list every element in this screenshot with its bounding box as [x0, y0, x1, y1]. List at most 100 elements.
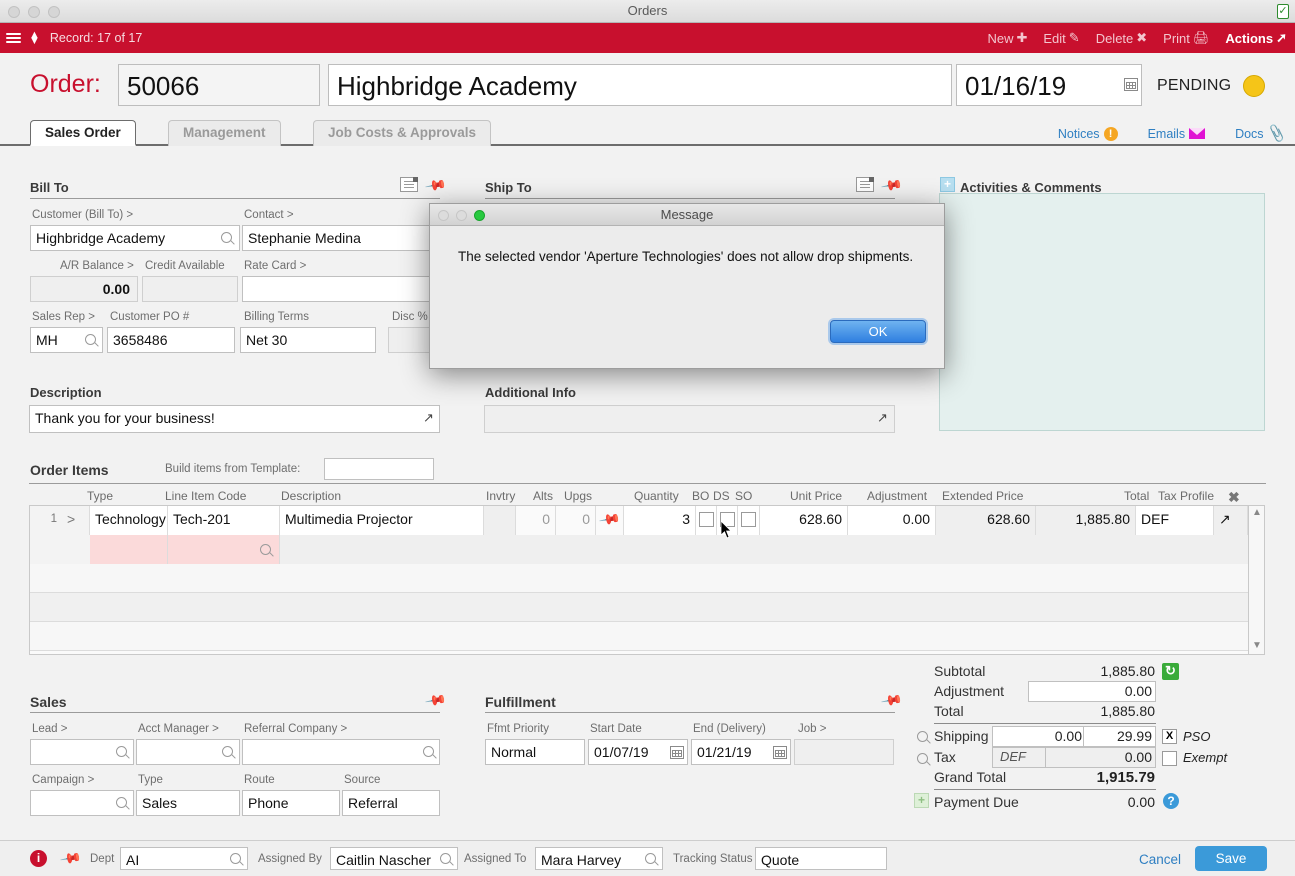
- pin-icon-row[interactable]: 📌: [596, 506, 624, 535]
- shipping-value-a[interactable]: 0.00: [992, 728, 1082, 744]
- ffmt-priority-input[interactable]: Normal: [485, 739, 585, 765]
- shipping-value-b[interactable]: 29.99: [1086, 728, 1152, 744]
- scroll-up-icon[interactable]: ▲: [1252, 507, 1262, 518]
- notices-link[interactable]: Notices !: [1058, 126, 1118, 141]
- search-icon-shipping[interactable]: [917, 731, 928, 742]
- table-row-empty[interactable]: [30, 622, 1248, 651]
- order-number-field[interactable]: 50066: [118, 64, 320, 106]
- cell-alts[interactable]: 0: [516, 506, 556, 535]
- col-unit-price[interactable]: Unit Price: [790, 489, 842, 503]
- cell-quantity[interactable]: 3: [624, 506, 696, 535]
- col-extended-price[interactable]: Extended Price: [942, 489, 1023, 503]
- order-items-scrollbar[interactable]: ▲ ▼: [1249, 505, 1265, 655]
- expand-icon-additional-info[interactable]: ↗: [877, 410, 888, 426]
- docs-link[interactable]: Docs 📎: [1235, 123, 1287, 143]
- pin-icon-sales[interactable]: 📌: [424, 689, 447, 713]
- search-icon-tax[interactable]: [917, 753, 928, 764]
- col-bo[interactable]: BO: [692, 489, 709, 503]
- col-type[interactable]: Type: [87, 489, 113, 503]
- table-row-empty[interactable]: [30, 564, 1248, 593]
- so-checkbox[interactable]: [741, 512, 756, 527]
- new-cell-line-item-code[interactable]: [168, 535, 280, 564]
- new-cell-rest[interactable]: [280, 535, 1248, 564]
- cell-upgs[interactable]: 0: [556, 506, 596, 535]
- col-so[interactable]: SO: [735, 489, 752, 503]
- tab-sales-order[interactable]: Sales Order: [30, 120, 136, 146]
- search-icon-customer[interactable]: [221, 232, 232, 243]
- contact-input[interactable]: Stephanie Medina: [242, 225, 440, 251]
- refresh-totals-button[interactable]: ↻: [1162, 663, 1179, 680]
- cell-type[interactable]: Technology: [90, 506, 168, 535]
- assigned-by-input[interactable]: Caitlin Nascher: [330, 847, 458, 870]
- cell-description[interactable]: Multimedia Projector: [280, 506, 484, 535]
- col-tax-profile[interactable]: Tax Profile: [1158, 489, 1214, 503]
- pin-icon-ship-to[interactable]: 📌: [880, 174, 903, 198]
- source-input[interactable]: Referral: [342, 790, 440, 816]
- search-icon-dept[interactable]: [230, 853, 241, 864]
- table-row[interactable]: 1 > Technology Tech-201 Multimedia Proje…: [30, 506, 1248, 535]
- edit-button[interactable]: Edit ✎: [1043, 30, 1079, 46]
- col-description[interactable]: Description: [281, 489, 341, 503]
- col-total[interactable]: Total: [1124, 489, 1149, 503]
- rate-card-input[interactable]: [242, 276, 440, 302]
- pin-icon-bill-to[interactable]: 📌: [424, 174, 447, 198]
- additional-info-input[interactable]: [484, 405, 895, 433]
- order-date-field[interactable]: 01/16/19: [956, 64, 1142, 106]
- col-upgs[interactable]: Upgs: [564, 489, 592, 503]
- activities-panel[interactable]: [939, 193, 1265, 431]
- record-stepper[interactable]: ▲ ▼: [29, 30, 40, 47]
- row-expand-icon[interactable]: >: [62, 506, 90, 535]
- bo-checkbox[interactable]: [699, 512, 714, 527]
- col-invtry[interactable]: Invtry: [486, 489, 515, 503]
- customer-po-input[interactable]: 3658486: [107, 327, 235, 353]
- delete-button[interactable]: Delete ✖: [1096, 30, 1147, 46]
- calendar-icon-start-date[interactable]: [670, 746, 684, 759]
- referral-company-input[interactable]: [242, 739, 440, 765]
- ok-button[interactable]: OK: [830, 320, 926, 343]
- print-button[interactable]: Print 🖨: [1163, 30, 1209, 46]
- clear-columns-icon[interactable]: ✖: [1228, 489, 1240, 506]
- col-quantity[interactable]: Quantity: [634, 489, 679, 503]
- table-row-empty[interactable]: [30, 593, 1248, 622]
- cell-tax-profile[interactable]: DEF: [1136, 506, 1214, 535]
- menu-icon[interactable]: [6, 31, 21, 45]
- new-button[interactable]: New ✚: [987, 30, 1027, 46]
- help-icon[interactable]: ?: [1163, 793, 1179, 809]
- search-icon-referral-company[interactable]: [423, 746, 434, 757]
- calendar-icon[interactable]: [1124, 78, 1138, 91]
- cell-line-item-code[interactable]: Tech-201: [168, 506, 280, 535]
- add-payment-button[interactable]: +: [914, 793, 929, 808]
- pso-checkbox[interactable]: X: [1162, 729, 1177, 744]
- job-input[interactable]: [794, 739, 894, 765]
- search-icon-lead[interactable]: [116, 746, 127, 757]
- new-cell-type[interactable]: [90, 535, 168, 564]
- customer-name-field[interactable]: Highbridge Academy: [328, 64, 952, 106]
- add-activity-button[interactable]: +: [940, 177, 955, 192]
- sales-type-input[interactable]: Sales: [136, 790, 240, 816]
- search-icon-sales-rep[interactable]: [85, 334, 96, 345]
- tracking-status-input[interactable]: Quote: [755, 847, 887, 870]
- expand-row-icon[interactable]: ↗: [1214, 506, 1248, 535]
- cell-so[interactable]: [738, 506, 760, 535]
- search-icon-assigned-to[interactable]: [645, 853, 656, 864]
- cell-adjustment[interactable]: 0.00: [848, 506, 936, 535]
- tab-management[interactable]: Management: [168, 120, 281, 146]
- assigned-to-input[interactable]: Mara Harvey: [535, 847, 663, 870]
- search-icon-assigned-by[interactable]: [440, 853, 451, 864]
- calendar-icon-end-date[interactable]: [773, 746, 787, 759]
- adjustment-value[interactable]: 0.00: [1000, 683, 1152, 699]
- col-line-item-code[interactable]: Line Item Code: [165, 489, 246, 503]
- expand-icon-description[interactable]: ↗: [423, 410, 434, 426]
- customer-bill-to-input[interactable]: Highbridge Academy: [30, 225, 240, 251]
- actions-button[interactable]: Actions ➚: [1225, 30, 1287, 46]
- tax-profile-value[interactable]: DEF: [1000, 749, 1026, 764]
- dept-input[interactable]: AI: [120, 847, 248, 870]
- note-icon-bill-to[interactable]: [400, 177, 418, 192]
- route-input[interactable]: Phone: [242, 790, 340, 816]
- build-from-template-input[interactable]: [324, 458, 434, 480]
- order-items-grid[interactable]: 1 > Technology Tech-201 Multimedia Proje…: [29, 505, 1249, 655]
- emails-link[interactable]: Emails: [1148, 127, 1206, 141]
- col-adjustment[interactable]: Adjustment: [867, 489, 927, 503]
- billing-terms-input[interactable]: Net 30: [240, 327, 376, 353]
- exempt-checkbox[interactable]: [1162, 751, 1177, 766]
